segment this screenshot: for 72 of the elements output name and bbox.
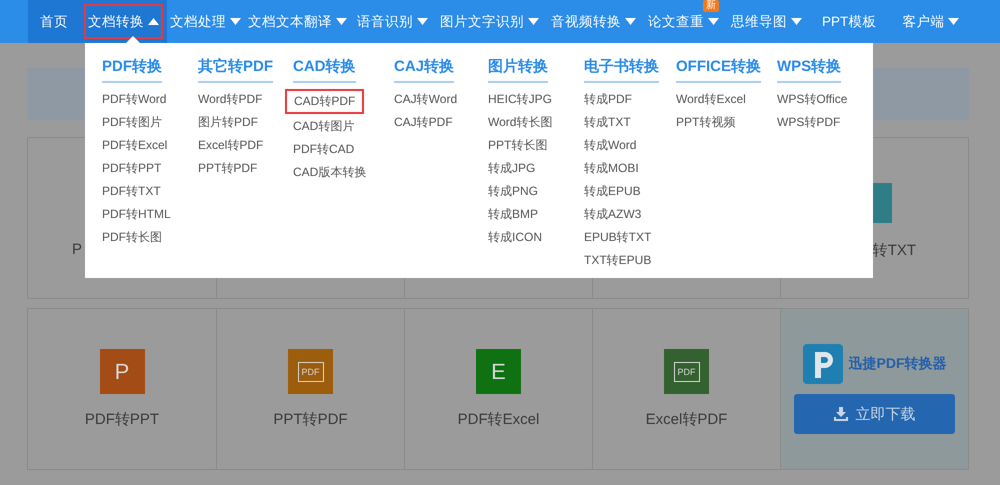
menu-link[interactable]: 转成AZW3 [584, 204, 642, 225]
tool-icon: E [476, 349, 521, 394]
menu-heading: 电子书转换 [584, 57, 659, 83]
menu-link[interactable]: Word转PDF [198, 89, 262, 110]
menu-heading: PDF转换 [102, 57, 162, 83]
caret-icon [625, 18, 636, 25]
tool-card[interactable]: P PDF转PPT [28, 309, 216, 469]
menu-link[interactable]: PDF转图片 [102, 112, 162, 133]
menu-link[interactable]: CAD版本转换 [293, 162, 366, 183]
menu-link[interactable]: PPT转PDF [198, 158, 258, 179]
menu-link[interactable]: CAJ转PDF [394, 112, 453, 133]
caret-icon [336, 18, 347, 25]
menu-link[interactable]: PDF转CAD [293, 139, 354, 160]
menu-link[interactable]: PDF转长图 [102, 227, 162, 248]
tool-label: PPT转PDF [273, 410, 348, 429]
menu-link[interactable]: HEIC转JPG [488, 89, 552, 110]
tool-card[interactable]: E PDF转Excel [404, 309, 592, 469]
tool-icon: PDF [664, 349, 709, 394]
menu-link[interactable]: 转成BMP [488, 204, 538, 225]
caret-icon [708, 18, 719, 25]
menu-link[interactable]: 转成MOBI [584, 158, 639, 179]
caret-icon [230, 18, 241, 25]
tool-icon: P [100, 349, 144, 394]
menu-link[interactable]: 转成JPG [488, 158, 536, 179]
menu-link[interactable]: EPUB转TXT [584, 227, 652, 248]
menu-link[interactable]: 转成EPUB [584, 181, 641, 202]
menu-link[interactable]: 转成PNG [488, 181, 538, 202]
menu-link[interactable]: PDF转PPT [102, 158, 162, 179]
menu-heading: WPS转换 [777, 57, 842, 83]
menu-link[interactable]: PDF转Excel [102, 135, 168, 156]
tool-label: PDF转PPT [84, 410, 160, 429]
menu-heading: 其它转PDF [198, 57, 273, 83]
caret-icon [417, 18, 428, 25]
download-button[interactable]: 立即下载 [794, 394, 955, 434]
nav-item[interactable]: 首页 [28, 0, 80, 43]
menu-link[interactable]: PPT转长图 [488, 135, 548, 156]
menu-heading: CAD转换 [293, 57, 356, 83]
tool-label: 转TXT [872, 241, 916, 260]
tool-label: Excel转PDF [646, 410, 728, 429]
menu-link[interactable]: 转成Word [584, 135, 636, 156]
menu-link[interactable]: Excel转PDF [198, 135, 264, 156]
menu-heading: OFFICE转换 [676, 57, 761, 83]
tool-card[interactable]: PDF PPT转PDF [216, 309, 404, 469]
menu-link[interactable]: CAD转PDF [285, 89, 364, 114]
menu-link[interactable]: CAJ转Word [394, 89, 458, 110]
menu-link[interactable]: WPS转Office [777, 89, 848, 110]
caret-icon [948, 18, 960, 25]
menu-link[interactable]: Word转长图 [488, 112, 552, 133]
menu-link[interactable]: 转成PDF [584, 89, 632, 110]
tool-card[interactable]: PDF Excel转PDF [592, 309, 780, 469]
menu-link[interactable]: PPT转视频 [676, 112, 736, 133]
caret-icon [148, 18, 159, 25]
tool-icon: PDF [288, 349, 333, 394]
menu-link[interactable]: PDF转Word [102, 89, 166, 110]
menu-link[interactable]: WPS转PDF [777, 112, 840, 133]
menu-link[interactable]: 转成ICON [488, 227, 542, 248]
app-logo-icon [802, 344, 842, 384]
caret-icon [791, 18, 802, 25]
nav-item[interactable]: 文档转换 [80, 0, 167, 43]
menu-link[interactable]: 转成TXT [584, 112, 631, 133]
download-icon [834, 407, 848, 421]
menu-link[interactable]: PDF转TXT [102, 181, 161, 202]
menu-link[interactable]: 图片转PDF [198, 112, 258, 133]
menu-link[interactable]: Word转Excel [676, 89, 746, 110]
tool-label: PDF转Excel [458, 410, 540, 429]
menu-heading: CAJ转换 [394, 57, 454, 83]
app-name: 迅捷PDF转换器 [848, 355, 946, 373]
menu-link[interactable]: TXT转EPUB [584, 250, 652, 271]
menu-link[interactable]: PDF转HTML [102, 204, 171, 225]
menu-heading: 图片转换 [488, 57, 548, 83]
caret-icon [528, 18, 539, 25]
menu-link[interactable]: CAD转图片 [293, 116, 354, 137]
